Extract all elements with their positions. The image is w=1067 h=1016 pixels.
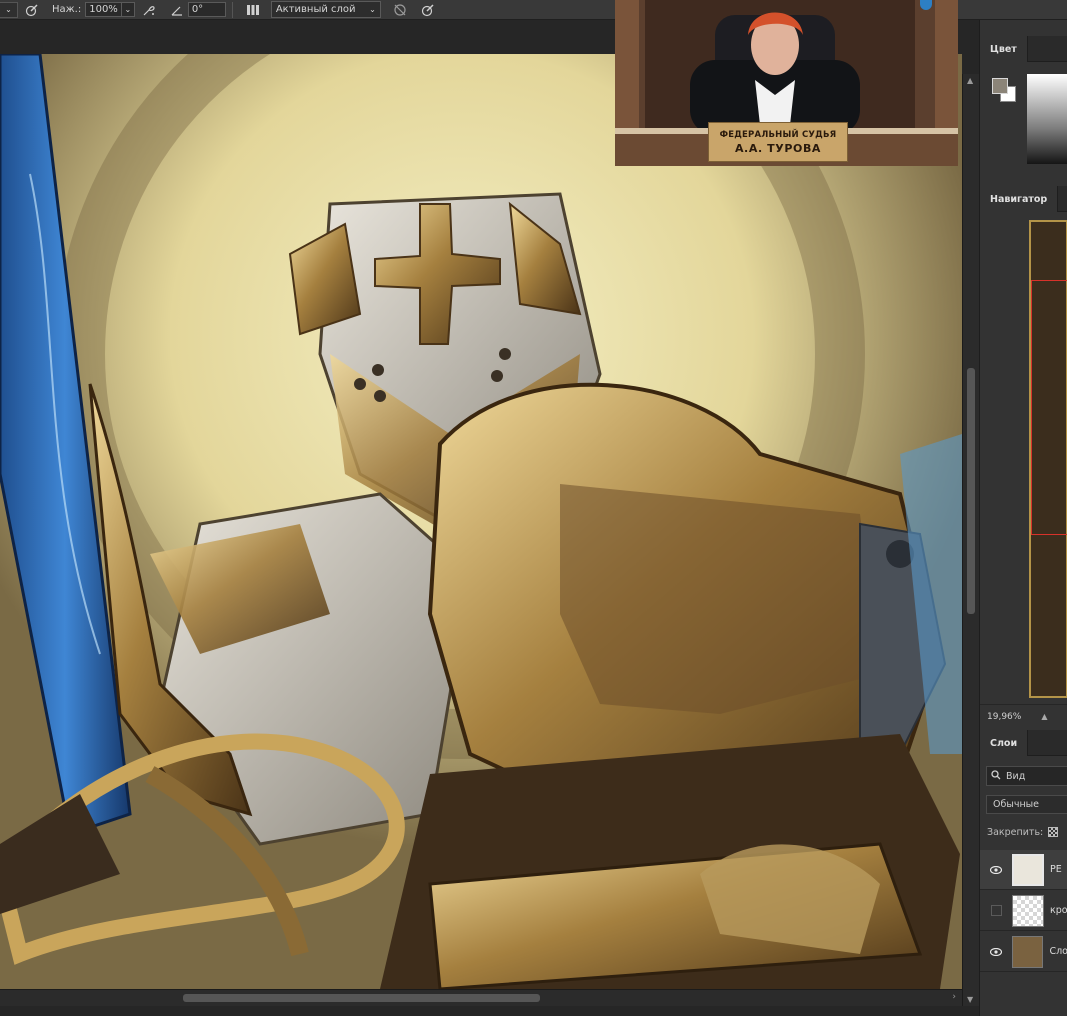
blend-mode-value: Обычные bbox=[993, 799, 1040, 810]
scroll-right-arrow[interactable]: › bbox=[952, 992, 956, 1002]
angle-icon bbox=[168, 1, 186, 19]
layers-panel-header: Слои bbox=[980, 730, 1067, 756]
preset-dropdown-arrow[interactable]: ⌄ bbox=[0, 1, 18, 18]
vertical-scroll-thumb[interactable] bbox=[967, 368, 975, 614]
brush-settings-icon[interactable] bbox=[23, 1, 41, 19]
nameplate-title: ФЕДЕРАЛЬНЫЙ СУДЬЯ bbox=[719, 129, 837, 140]
visibility-toggle-empty[interactable] bbox=[980, 905, 1012, 916]
scroll-down-arrow[interactable]: ▼ bbox=[967, 995, 973, 1004]
navigator-preview[interactable] bbox=[1029, 220, 1067, 698]
toolbar-divider bbox=[231, 1, 233, 18]
courtroom-video-overlay: ФЕДЕРАЛЬНЫЙ СУДЬЯ А.А. ТУРОВА bbox=[615, 0, 958, 166]
judge-nameplate: ФЕДЕРАЛЬНЫЙ СУДЬЯ А.А. ТУРОВА bbox=[708, 122, 848, 162]
pressure-label: Наж.: bbox=[52, 4, 82, 15]
color-panel-header: Цвет bbox=[980, 36, 1067, 62]
layer-name[interactable]: РЕ bbox=[1050, 864, 1062, 875]
layer-row[interactable]: кро bbox=[980, 891, 1067, 931]
lock-row: Закрепить: bbox=[980, 820, 1067, 844]
layer-thumbnail bbox=[1012, 894, 1044, 927]
chevron-down-icon: ⌄ bbox=[369, 5, 376, 14]
sample-mode-select[interactable]: Активный слой ⌄ bbox=[270, 1, 381, 18]
pressure-input[interactable]: 100% bbox=[85, 2, 122, 17]
tab-navigator[interactable]: Навигатор bbox=[980, 186, 1059, 212]
layer-row[interactable]: Сло bbox=[980, 932, 1067, 972]
layer-thumbnail bbox=[1011, 935, 1044, 968]
vertical-scrollbar[interactable]: ▲ ▼ bbox=[962, 74, 979, 1006]
color-picker-field[interactable] bbox=[1027, 74, 1067, 164]
sample-layers-icon[interactable] bbox=[244, 1, 262, 19]
navigator-view-frame[interactable] bbox=[1031, 280, 1067, 535]
eye-icon[interactable] bbox=[980, 865, 1012, 874]
search-icon bbox=[991, 769, 1001, 783]
horizontal-scrollbar[interactable]: › bbox=[0, 989, 962, 1006]
horizontal-scroll-thumb[interactable] bbox=[183, 994, 540, 1002]
knight-artwork-canvas[interactable] bbox=[0, 54, 962, 989]
airbrush-icon[interactable] bbox=[140, 1, 158, 19]
lock-label: Закрепить: bbox=[987, 826, 1044, 838]
angle-input[interactable]: 0° bbox=[187, 2, 226, 17]
lock-transparency-icon[interactable] bbox=[1048, 827, 1059, 837]
ignore-adjustment-layers-icon[interactable] bbox=[391, 1, 409, 19]
layer-filter-select[interactable]: Вид bbox=[986, 766, 1067, 786]
navigator-panel-header: Навигатор bbox=[980, 186, 1067, 212]
layer-name[interactable]: кро bbox=[1050, 905, 1067, 916]
document-canvas-area: ▲ ▼ › bbox=[0, 20, 979, 1006]
layer-thumbnail bbox=[1012, 853, 1044, 886]
pressure-dropdown-arrow[interactable]: ⌄ bbox=[121, 2, 135, 17]
right-panel-dock: Цвет Навигатор 19,96% ▲ Слои Вид Обычные bbox=[979, 20, 1067, 1016]
layer-filter-label: Вид bbox=[1006, 770, 1026, 782]
layer-row[interactable]: РЕ bbox=[980, 850, 1067, 890]
pressure-size-icon[interactable] bbox=[419, 1, 437, 19]
blend-mode-select[interactable]: Обычные bbox=[986, 795, 1067, 814]
sample-mode-value: Активный слой bbox=[275, 4, 356, 15]
photoshop-window: ⌄ Наж.: 100% ⌄ 0° Активный слой ⌄ ▲ ▼ › … bbox=[0, 0, 1067, 1016]
foreground-color-swatch[interactable] bbox=[992, 78, 1008, 94]
zoom-level[interactable]: 19,96% bbox=[987, 712, 1021, 722]
eye-icon[interactable] bbox=[980, 947, 1012, 956]
scroll-up-arrow[interactable]: ▲ bbox=[967, 76, 973, 85]
tab-color[interactable]: Цвет bbox=[980, 36, 1028, 62]
nameplate-name: А.А. ТУРОВА bbox=[734, 141, 822, 155]
navigator-zoom-bar: 19,96% ▲ bbox=[980, 704, 1067, 728]
zoom-out-mountain-icon[interactable]: ▲ bbox=[1041, 712, 1047, 721]
tab-layers[interactable]: Слои bbox=[980, 730, 1029, 756]
layer-name[interactable]: Сло bbox=[1049, 946, 1067, 957]
